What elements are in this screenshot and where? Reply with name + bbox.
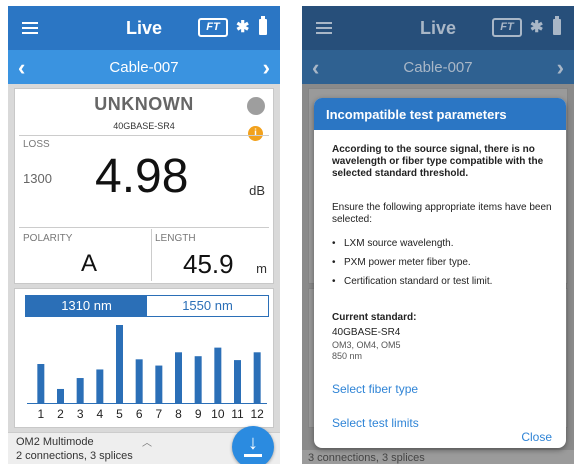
fiber-bar-5[interactable] bbox=[116, 325, 123, 403]
select-test-limits-link[interactable]: Select test limits bbox=[332, 416, 419, 430]
result-card: UNKNOWN 40GBASE-SR4 i LOSS 1300 4.98 dB … bbox=[14, 88, 274, 284]
length-value: 45.9 bbox=[183, 249, 234, 279]
divider bbox=[19, 227, 269, 228]
battery-icon bbox=[259, 16, 267, 35]
fiber-bar-9[interactable] bbox=[194, 356, 202, 403]
fiber-bar-1[interactable] bbox=[37, 364, 45, 403]
cable-nav-bar: ‹ Cable-007 › bbox=[302, 50, 574, 84]
dialog-instruction: Ensure the following appropriate items h… bbox=[332, 202, 552, 225]
fibertest-icon: FT bbox=[492, 18, 522, 37]
fiber-bar-4[interactable] bbox=[96, 369, 104, 403]
current-standard-label: Current standard: bbox=[332, 312, 417, 323]
wavelength-label: 1300 bbox=[23, 171, 52, 186]
fiber-bar-10[interactable] bbox=[214, 347, 222, 403]
status-indicator-icon bbox=[247, 97, 265, 115]
cable-name: Cable-007 bbox=[109, 59, 179, 76]
download-icon: ↓ bbox=[248, 432, 258, 454]
fiber-number-label: 9 bbox=[195, 407, 202, 421]
bluetooth-icon: ✱ bbox=[530, 19, 544, 36]
fiber-number-label: 7 bbox=[155, 407, 162, 421]
length-unit: m bbox=[256, 261, 267, 276]
polarity-label: POLARITY bbox=[23, 233, 73, 244]
fiber-number-label: 10 bbox=[211, 407, 225, 421]
fiber-number-label: 5 bbox=[116, 407, 123, 421]
fibertest-icon[interactable]: FT bbox=[198, 18, 228, 37]
current-standard-name: 40GBASE-SR4 bbox=[332, 327, 401, 338]
live-screen: Live FT ✱ ‹ Cable-007 › UNKNOWN 40GBASE-… bbox=[8, 6, 280, 464]
fiber-bar-8[interactable] bbox=[175, 352, 182, 403]
chevron-up-icon[interactable]: ︿ bbox=[142, 434, 152, 449]
loss-label: LOSS bbox=[23, 139, 50, 150]
cable-name: Cable-007 bbox=[403, 59, 473, 76]
download-tray-icon bbox=[244, 454, 262, 457]
fiber-bar-2[interactable] bbox=[57, 388, 64, 403]
incompatible-parameters-dialog: Incompatible test parameters According t… bbox=[314, 98, 566, 448]
loss-unit: dB bbox=[249, 183, 265, 198]
polarity-value: A bbox=[81, 250, 98, 277]
list-item: LXM source wavelength. bbox=[332, 238, 558, 250]
dialog-screen: Live FT ✱ ‹ Cable-007 › 3 connections, 3… bbox=[302, 6, 574, 464]
fiber-bar-12[interactable] bbox=[253, 352, 261, 403]
connections-label: 3 connections, 3 splices bbox=[308, 452, 425, 464]
list-item: Certification standard or test limit. bbox=[332, 276, 558, 288]
connections-label: 2 connections, 3 splices bbox=[16, 450, 133, 462]
chevron-right-icon[interactable]: › bbox=[263, 55, 270, 81]
fiber-bar-6[interactable] bbox=[135, 359, 143, 403]
chevron-right-icon: › bbox=[556, 55, 564, 80]
top-app-bar: Live FT ✱ bbox=[302, 6, 574, 50]
battery-icon bbox=[553, 16, 561, 35]
result-status: UNKNOWN bbox=[94, 94, 194, 114]
fiber-number-label: 11 bbox=[231, 407, 244, 421]
cable-nav-bar: ‹ Cable-007 › bbox=[8, 50, 280, 84]
requirements-list: LXM source wavelength. PXM power meter f… bbox=[332, 238, 558, 295]
fiber-bar-7[interactable] bbox=[155, 365, 163, 403]
fiber-type-label: OM2 Multimode bbox=[16, 436, 94, 448]
fiber-number-label: 4 bbox=[96, 407, 103, 421]
fiber-number-label: 8 bbox=[175, 407, 182, 421]
info-icon[interactable]: i bbox=[248, 126, 263, 141]
dialog-message: According to the source signal, there is… bbox=[332, 144, 544, 179]
divider bbox=[19, 135, 269, 136]
fiber-number-label: 3 bbox=[77, 407, 84, 421]
fiber-bar-chart: 1 2 3 4 5 6 7 8 9 10 11 12 bbox=[27, 325, 267, 421]
bluetooth-icon: ✱ bbox=[236, 19, 250, 36]
dialog-title: Incompatible test parameters bbox=[314, 98, 566, 130]
current-standard-wavelength: 850 nm bbox=[332, 351, 363, 361]
fiber-bar-11[interactable] bbox=[234, 360, 241, 403]
select-fiber-type-link[interactable]: Select fiber type bbox=[332, 382, 418, 396]
fiber-chart-card: 1310 nm 1550 nm 1 2 3 4 5 6 7 8 9 10 11 12 bbox=[14, 288, 274, 428]
standard-name: 40GBASE-SR4 bbox=[113, 121, 175, 131]
list-item: PXM power meter fiber type. bbox=[332, 257, 558, 269]
fiber-number-label: 1 bbox=[37, 407, 44, 421]
fiber-bar-3[interactable] bbox=[76, 378, 84, 403]
loss-value: 4.98 bbox=[95, 150, 189, 203]
fiber-number-label: 2 bbox=[57, 407, 64, 421]
close-button[interactable]: Close bbox=[521, 430, 552, 444]
divider bbox=[151, 229, 152, 281]
length-label: LENGTH bbox=[155, 233, 196, 244]
fiber-number-label: 6 bbox=[136, 407, 143, 421]
current-standard-fiber-types: OM3, OM4, OM5 bbox=[332, 340, 401, 350]
top-app-bar: Live FT ✱ bbox=[8, 6, 280, 50]
fiber-number-label: 12 bbox=[250, 407, 264, 421]
save-download-button[interactable]: ↓ bbox=[232, 426, 274, 464]
